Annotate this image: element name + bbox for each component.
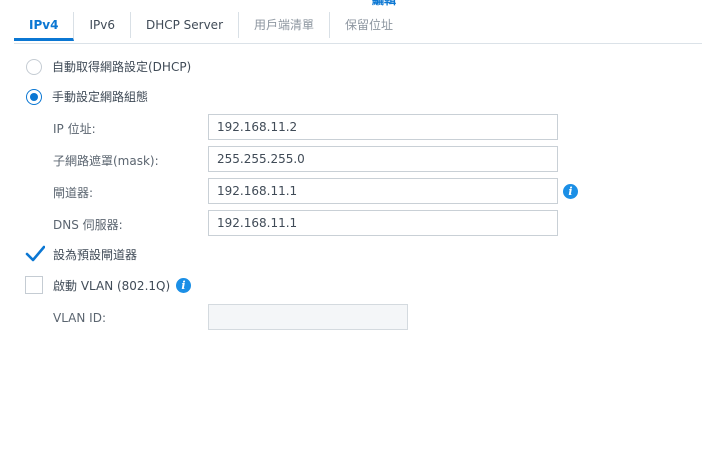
window-title: 編輯 (372, 0, 397, 7)
subnet-mask-input[interactable]: 255.255.255.0 (208, 146, 558, 172)
ip-address-input[interactable]: 192.168.11.2 (208, 114, 558, 140)
tab-divider (14, 43, 702, 44)
vlan-checkbox[interactable] (25, 276, 43, 294)
info-icon[interactable]: i (176, 278, 191, 293)
default-gateway-checkbox[interactable] (25, 245, 45, 263)
dns-label: DNS 伺服器: (53, 218, 123, 232)
vlan-label: 啟動 VLAN (802.1Q) (53, 278, 171, 293)
subnet-mask-label: 子網路遮罩(mask): (53, 154, 159, 168)
manual-option[interactable]: 手動設定網路組態 (26, 88, 148, 105)
vlan-option[interactable]: 啟動 VLAN (802.1Q) (25, 276, 170, 294)
gateway-input[interactable]: 192.168.11.1 (208, 178, 558, 204)
manual-radio[interactable] (26, 88, 42, 105)
default-gateway-label: 設為預設閘道器 (53, 247, 138, 262)
dhcp-radio[interactable] (26, 58, 42, 75)
tab-reserved-addresses[interactable]: 保留位址 (330, 12, 408, 38)
tab-ipv6[interactable]: IPv6 (74, 12, 131, 38)
gateway-label: 閘道器: (53, 186, 94, 200)
tab-ipv4[interactable]: IPv4 (14, 12, 75, 41)
vlan-id-label: VLAN ID: (53, 311, 106, 325)
vlan-id-input[interactable] (208, 304, 408, 330)
info-icon[interactable]: i (563, 184, 578, 199)
default-gateway-option[interactable]: 設為預設閘道器 (25, 245, 137, 263)
dhcp-option[interactable]: 自動取得網路設定(DHCP) (26, 58, 191, 75)
manual-option-label: 手動設定網路組態 (52, 90, 149, 104)
dns-server-input[interactable]: 192.168.11.1 (208, 210, 558, 236)
tab-bar: IPv4 IPv6 DHCP Server 用戶端清單 保留位址 (14, 12, 408, 41)
tab-dhcp-server[interactable]: DHCP Server (131, 12, 239, 38)
dhcp-option-label: 自動取得網路設定(DHCP) (52, 60, 192, 74)
tab-client-list[interactable]: 用戶端清單 (239, 12, 331, 38)
checkmark-icon (25, 245, 45, 262)
ip-label: IP 位址: (53, 122, 96, 136)
